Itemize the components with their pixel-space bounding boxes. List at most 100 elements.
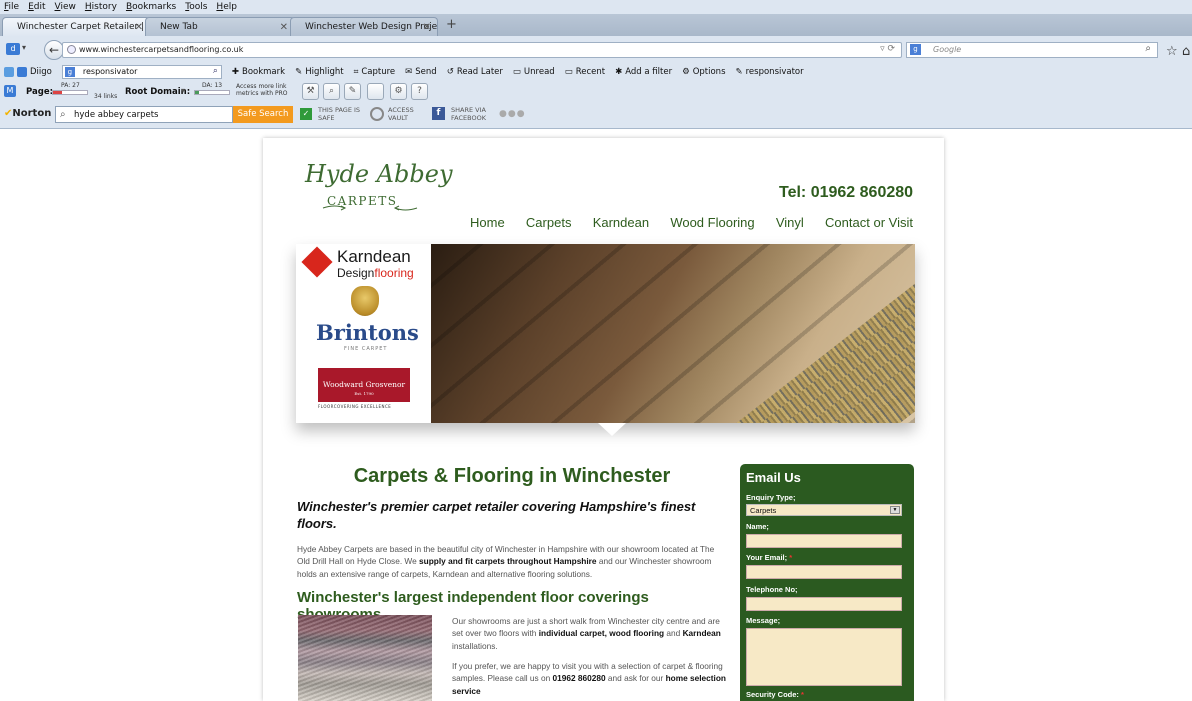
diigo-send[interactable]: ✉ Send — [405, 67, 437, 77]
back-button[interactable]: ← — [44, 40, 64, 60]
form-title: Email Us — [746, 470, 801, 485]
email-field[interactable] — [746, 565, 902, 579]
gear-icon[interactable]: ⚙ — [390, 83, 407, 100]
phone-number[interactable]: Tel: 01962 860280 — [779, 184, 913, 202]
nav-home[interactable]: Home — [470, 215, 505, 230]
norton-safe-label[interactable]: THIS PAGE IS SAFE — [318, 106, 364, 122]
diigo-tag-responsivator[interactable]: ✎ responsivator — [736, 67, 804, 77]
name-field[interactable] — [746, 534, 902, 548]
chevron-down-icon[interactable]: ▼ — [890, 506, 900, 514]
tab-winchester-carpet[interactable]: Winchester Carpet Retailer | Ca... ✕ — [2, 17, 150, 37]
diigo-capture[interactable]: ⌗ Capture — [354, 67, 396, 77]
diigo-recent-label: Recent — [575, 67, 606, 77]
woodward-grosvenor-logo[interactable]: Woodward Grosvenor Est. 1790 — [318, 368, 410, 402]
royal-crest-icon — [351, 286, 379, 316]
menu-help[interactable]: Help — [216, 2, 237, 12]
close-icon[interactable]: ✕ — [135, 22, 143, 33]
intro-paragraph: Hyde Abbey Carpets are based in the beau… — [297, 543, 725, 580]
diigo-recent[interactable]: ▭ Recent — [565, 67, 605, 77]
blank-button[interactable] — [367, 83, 384, 100]
diigo-capture-label: Capture — [361, 67, 396, 77]
navigation-bar: d ▾ ← www.winchestercarpetsandflooring.c… — [0, 36, 1192, 63]
menu-file[interactable]: File — [4, 2, 19, 12]
pencil-icon[interactable]: ✎ — [344, 83, 361, 100]
karndean-dog-icon — [301, 246, 333, 278]
stairs-carpet-photo — [431, 244, 915, 423]
site-logo[interactable]: Hyde Abbey CARPETS — [297, 152, 467, 214]
brintons-logo[interactable]: Brintons — [316, 320, 419, 345]
logo-main-text: Hyde Abbey — [305, 160, 453, 188]
diigo-options[interactable]: ⚙ Options — [682, 67, 725, 77]
nav-carpets[interactable]: Carpets — [526, 215, 572, 230]
filter-icon: ✱ — [615, 67, 623, 77]
magnifier-icon[interactable]: ⌕ — [323, 83, 340, 100]
menu-history[interactable]: History — [85, 2, 117, 12]
nav-contact[interactable]: Contact or Visit — [825, 215, 913, 230]
menu-tools[interactable]: Tools — [185, 2, 207, 12]
brintons-tagline: FINE CARPET — [344, 346, 388, 352]
enquiry-type-select[interactable]: Carpets ▼ — [746, 504, 902, 516]
reload-icon[interactable]: ▿ ⟳ — [880, 44, 895, 54]
search-icon[interactable]: ⌕ — [213, 66, 218, 76]
folder-icon: ▭ — [512, 67, 521, 77]
bookmark-star-icon[interactable]: ☆ — [1166, 44, 1178, 59]
diigo-read-later[interactable]: ↺ Read Later — [447, 67, 503, 77]
menu-bookmarks[interactable]: Bookmarks — [126, 2, 176, 12]
norton-brand-label: Norton — [12, 108, 52, 119]
help-icon[interactable]: ? — [411, 83, 428, 100]
nav-karndean[interactable]: Karndean — [593, 215, 649, 230]
phone-field[interactable] — [746, 597, 902, 611]
browser-chrome: File Edit View History Bookmarks Tools H… — [0, 0, 1192, 129]
diigo-highlight[interactable]: ✎ Highlight — [295, 67, 344, 77]
facebook-icon[interactable]: f — [432, 107, 445, 120]
menu-edit[interactable]: Edit — [28, 2, 45, 12]
norton-search-input[interactable]: ⌕ hyde abbey carpets — [55, 106, 233, 123]
close-icon[interactable]: ✕ — [280, 22, 288, 33]
moz-logo-icon[interactable]: M — [4, 85, 16, 97]
close-icon[interactable]: ✕ — [423, 22, 431, 33]
diigo-search-input[interactable]: g responsivator ⌕ — [61, 65, 222, 79]
message-field[interactable] — [746, 628, 902, 686]
new-tab-button[interactable]: + — [446, 17, 457, 32]
diigo-toolbar: Diigo g responsivator ⌕ ✚ Bookmark ✎ Highl… — [0, 63, 1192, 81]
diigo-menu-icon[interactable]: d — [6, 43, 20, 55]
tab-web-design[interactable]: Winchester Web Design Project... ✕ — [290, 17, 438, 36]
home-icon[interactable]: ⌂ — [1182, 44, 1190, 59]
diigo-options-label: Options — [692, 67, 726, 77]
chevron-down-icon[interactable]: ▾ — [22, 43, 26, 52]
hero-banner: Karndean Designflooring Brintons FINE CA… — [296, 244, 915, 423]
norton-logo[interactable]: ✔Norton — [4, 108, 51, 119]
tab-new-tab[interactable]: New Tab ✕ — [145, 17, 295, 36]
moz-pa-value: PA: 27 — [61, 82, 80, 89]
address-bar[interactable]: www.winchestercarpetsandflooring.co.uk ▿… — [62, 42, 902, 58]
text-span: and ask for our — [605, 673, 666, 684]
diigo-unread[interactable]: ▭ Unread — [513, 67, 555, 77]
google-icon: g — [64, 67, 75, 77]
vault-icon[interactable] — [370, 107, 384, 121]
lead-text: Winchester's premier carpet retailer cov… — [297, 499, 696, 531]
chevron-down-icon[interactable]: ▾ — [181, 86, 185, 95]
karndean-logo[interactable]: Karndean Designflooring — [301, 246, 424, 282]
browser-search-field[interactable]: g Google ⌕ — [906, 42, 1158, 58]
search-icon[interactable]: ⌕ — [1145, 43, 1151, 54]
safe-search-button[interactable]: Safe Search — [233, 106, 293, 123]
more-icon[interactable]: ●●● — [499, 109, 526, 119]
diigo-brand-label[interactable]: Diigo — [30, 67, 52, 77]
moz-da-fill — [195, 91, 200, 94]
security-label-text: Security Code: — [746, 690, 799, 699]
karndean-tagline-b: flooring — [374, 266, 414, 280]
nav-wood-flooring[interactable]: Wood Flooring — [670, 215, 754, 230]
norton-vault-label[interactable]: ACCESS VAULT — [388, 106, 426, 122]
nav-vinyl[interactable]: Vinyl — [776, 215, 804, 230]
menu-view[interactable]: View — [55, 2, 76, 12]
karndean-tagline-a: Design — [337, 266, 375, 280]
diigo-add-filter[interactable]: ✱ Add a filter — [615, 67, 672, 77]
diigo-read-later-label: Read Later — [456, 67, 503, 77]
moz-pro-note[interactable]: Access more link metrics with PRO — [236, 83, 294, 97]
diigo-sidebar-icon[interactable] — [4, 67, 14, 77]
karndean-name: Karndean — [337, 247, 411, 266]
wrench-icon[interactable]: ⚒ — [302, 83, 319, 100]
norton-share-label[interactable]: SHARE VIA FACEBOOK — [451, 106, 491, 122]
diigo-bookmark[interactable]: ✚ Bookmark — [232, 67, 285, 77]
back-arrow-icon: ← — [48, 43, 60, 57]
